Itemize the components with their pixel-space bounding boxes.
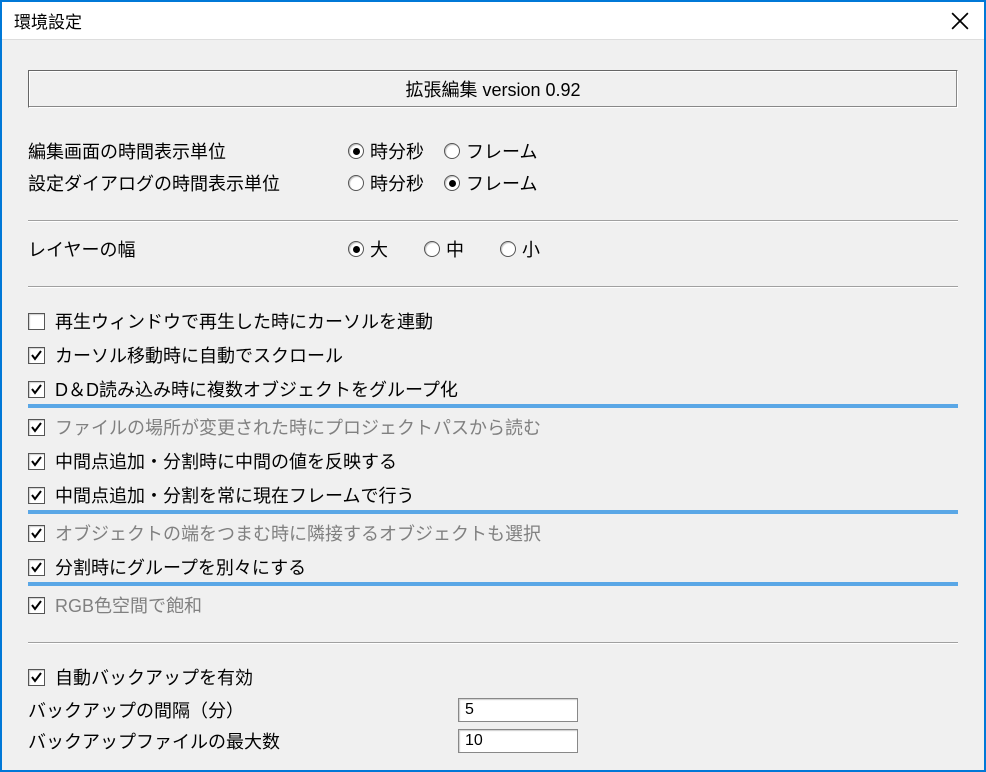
layer-width-group: 大 中 小 (348, 236, 540, 262)
radio-frame-dialog[interactable]: フレーム (444, 170, 537, 196)
checkbox-label: 再生ウィンドウで再生した時にカーソルを連動 (55, 308, 433, 334)
backup-max-label: バックアップファイルの最大数 (28, 728, 458, 754)
checkbox-label: 分割時にグループを別々にする (55, 554, 306, 580)
radio-label: 大 (370, 236, 388, 262)
checkbox-midpoint-current-frame: 中間点追加・分割を常に現在フレームで行う (28, 480, 958, 514)
radio-medium[interactable]: 中 (424, 236, 464, 262)
checkbox-label: 自動バックアップを有効 (55, 664, 253, 690)
checkbox-auto-scroll: カーソル移動時に自動でスクロール (28, 340, 958, 370)
version-box: 拡張編集 version 0.92 (28, 70, 958, 108)
edit-time-unit-label: 編集画面の時間表示単位 (28, 138, 348, 164)
layer-width-row: レイヤーの幅 大 中 小 (28, 236, 958, 262)
checkbox[interactable] (28, 347, 45, 364)
radio-label: フレーム (466, 170, 537, 196)
checkbox-label: オブジェクトの端をつまむ時に隣接するオブジェクトも選択 (55, 520, 541, 546)
radio-icon (444, 143, 460, 159)
backup-max-row: バックアップファイルの最大数 (28, 728, 958, 754)
edit-time-unit-group: 時分秒 フレーム (348, 138, 537, 164)
preferences-window: 環境設定 拡張編集 version 0.92 編集画面の時間表示単位 時分秒 フ… (0, 0, 986, 772)
checkbox-label: D＆D読み込み時に複数オブジェクトをグループ化 (55, 376, 458, 402)
backup-interval-row: バックアップの間隔（分） (28, 697, 958, 723)
version-text: 拡張編集 version 0.92 (405, 80, 580, 100)
checkbox-label: カーソル移動時に自動でスクロール (55, 342, 343, 368)
checkbox[interactable] (28, 559, 45, 576)
checkbox[interactable] (28, 453, 45, 470)
dialog-time-unit-label: 設定ダイアログの時間表示単位 (28, 170, 348, 196)
time-unit-section: 編集画面の時間表示単位 時分秒 フレーム 設定ダイアログの時間表示単位 (28, 138, 958, 202)
content-area: 拡張編集 version 0.92 編集画面の時間表示単位 時分秒 フレーム (2, 40, 984, 770)
checkbox[interactable] (28, 525, 45, 542)
checkbox[interactable] (28, 597, 45, 614)
checkbox-label: ファイルの場所が変更された時にプロジェクトパスから読む (55, 414, 541, 440)
close-button[interactable] (936, 2, 984, 39)
radio-frame-edit[interactable]: フレーム (444, 138, 537, 164)
checkbox-label: RGB色空間で飽和 (55, 592, 202, 618)
edit-time-unit-row: 編集画面の時間表示単位 時分秒 フレーム (28, 138, 958, 164)
checkbox-label: 中間点追加・分割を常に現在フレームで行う (55, 482, 414, 508)
radio-label: 中 (446, 236, 464, 262)
radio-icon (424, 241, 440, 257)
window-title: 環境設定 (14, 8, 82, 33)
radio-icon (444, 175, 460, 191)
divider (28, 286, 958, 288)
dialog-time-unit-group: 時分秒 フレーム (348, 170, 537, 196)
checkbox[interactable] (28, 419, 45, 436)
checkbox-adjacent-select: オブジェクトの端をつまむ時に隣接するオブジェクトも選択 (28, 518, 958, 548)
backup-max-input[interactable] (458, 729, 578, 753)
divider (28, 642, 958, 644)
checkbox-list: 再生ウィンドウで再生した時にカーソルを連動 カーソル移動時に自動でスクロール D… (28, 302, 958, 624)
backup-interval-label: バックアップの間隔（分） (28, 697, 458, 723)
checkbox[interactable] (28, 669, 45, 686)
checkbox[interactable] (28, 487, 45, 504)
checkbox-split-group-separate: 分割時にグループを別々にする (28, 552, 958, 586)
checkbox-project-path-read: ファイルの場所が変更された時にプロジェクトパスから読む (28, 412, 958, 442)
checkbox-label: 中間点追加・分割時に中間の値を反映する (55, 448, 397, 474)
radio-large[interactable]: 大 (348, 236, 388, 262)
radio-hms-edit[interactable]: 時分秒 (348, 138, 424, 164)
divider (28, 220, 958, 222)
titlebar: 環境設定 (2, 2, 984, 40)
radio-label: フレーム (466, 138, 537, 164)
layer-width-label: レイヤーの幅 (28, 236, 348, 262)
radio-label: 小 (522, 236, 540, 262)
checkbox-backup-enable: 自動バックアップを有効 (28, 662, 958, 692)
checkbox[interactable] (28, 313, 45, 330)
radio-small[interactable]: 小 (500, 236, 540, 262)
checkbox[interactable] (28, 381, 45, 398)
radio-label: 時分秒 (370, 138, 424, 164)
close-icon (951, 12, 969, 30)
radio-label: 時分秒 (370, 170, 424, 196)
checkbox-playback-cursor-sync: 再生ウィンドウで再生した時にカーソルを連動 (28, 306, 958, 336)
backup-section: 自動バックアップを有効 バックアップの間隔（分） バックアップファイルの最大数 (28, 658, 958, 759)
dialog-time-unit-row: 設定ダイアログの時間表示単位 時分秒 フレーム (28, 170, 958, 196)
checkbox-midpoint-reflect: 中間点追加・分割時に中間の値を反映する (28, 446, 958, 476)
backup-interval-input[interactable] (458, 698, 578, 722)
checkbox-dnd-group: D＆D読み込み時に複数オブジェクトをグループ化 (28, 374, 958, 408)
radio-icon (348, 241, 364, 257)
radio-icon (348, 175, 364, 191)
checkbox-rgb-saturate: RGB色空間で飽和 (28, 590, 958, 620)
radio-icon (500, 241, 516, 257)
radio-icon (348, 143, 364, 159)
radio-hms-dialog[interactable]: 時分秒 (348, 170, 424, 196)
